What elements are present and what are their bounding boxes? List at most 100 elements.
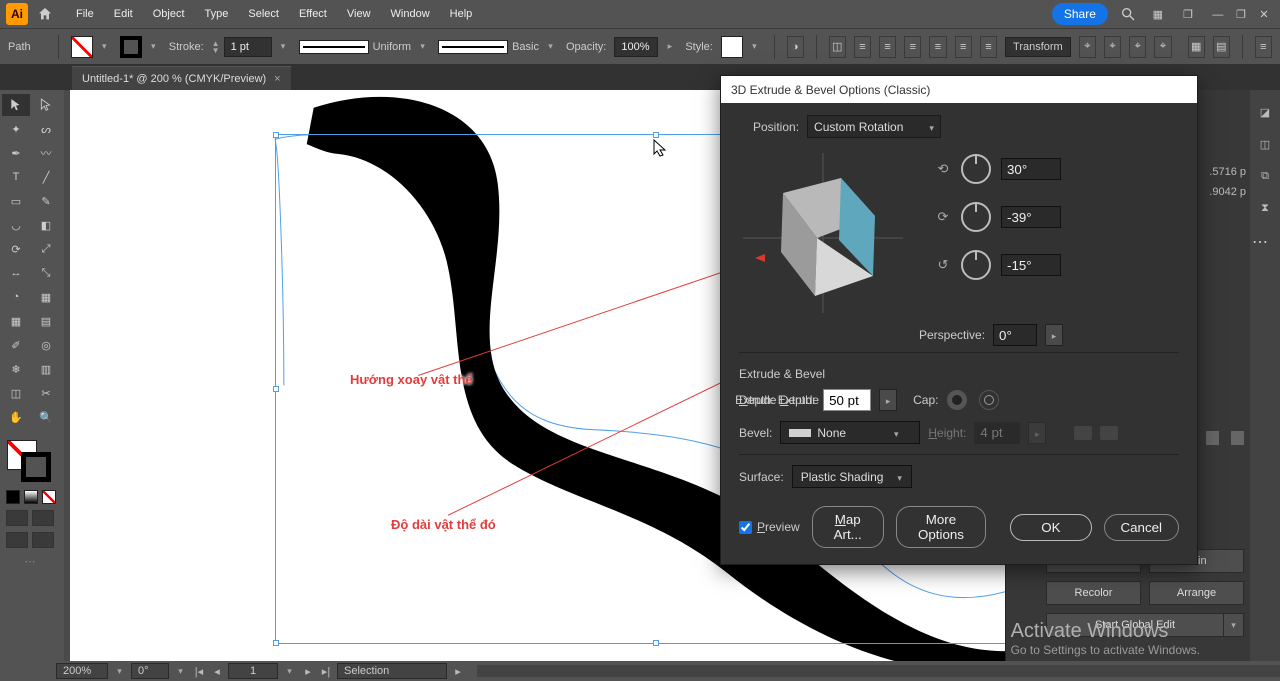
align-left-icon[interactable]: ≡ xyxy=(854,36,871,58)
shape-builder-tool[interactable]: ◔ xyxy=(2,286,30,308)
perspective-stepper[interactable] xyxy=(1045,324,1063,346)
free-transform-tool[interactable]: ⤡ xyxy=(32,262,60,284)
zoom-dropdown[interactable] xyxy=(112,661,127,681)
color-mode-swatches[interactable] xyxy=(6,490,62,504)
brush-definition[interactable]: Basic xyxy=(438,37,558,57)
artboard-first-icon[interactable]: |◂ xyxy=(192,665,206,678)
column-graph-tool[interactable]: ▥ xyxy=(32,358,60,380)
extrude-depth-stepper[interactable] xyxy=(879,389,897,411)
rotate-field[interactable]: 0° xyxy=(131,663,169,679)
type-tool[interactable]: T xyxy=(2,166,30,188)
arrange-button[interactable]: Arrange xyxy=(1149,581,1244,605)
scale-tool[interactable]: ⤢ xyxy=(32,238,60,260)
variable-width-profile[interactable]: Uniform xyxy=(299,37,431,57)
panel-menu-icon[interactable]: ≡ xyxy=(1255,36,1272,58)
line-tool[interactable]: ╱ xyxy=(32,166,60,188)
align-top-icon[interactable]: ≡ xyxy=(929,36,946,58)
properties-panel-icon[interactable]: ◪ xyxy=(1255,102,1275,122)
direct-selection-tool[interactable] xyxy=(32,94,60,116)
rotate-dropdown[interactable] xyxy=(173,661,188,681)
width-tool[interactable]: ↔ xyxy=(2,262,30,284)
style-icon-2[interactable] xyxy=(1231,431,1244,445)
perspective-grid-tool[interactable]: ▦ xyxy=(32,286,60,308)
menu-edit[interactable]: Edit xyxy=(104,4,143,24)
menu-view[interactable]: View xyxy=(337,4,381,24)
cancel-button[interactable]: Cancel xyxy=(1104,514,1180,541)
close-tab-icon[interactable]: × xyxy=(274,73,280,85)
cap-on-button[interactable] xyxy=(947,390,967,410)
workspace-icon[interactable]: ❐ xyxy=(1178,4,1198,24)
artboard-last-icon[interactable]: ▸| xyxy=(319,665,333,678)
bevel-dropdown[interactable]: None xyxy=(780,421,920,444)
status-mode-more-icon[interactable]: ▸ xyxy=(451,665,465,678)
zoom-tool[interactable]: 🔍 xyxy=(32,406,60,428)
window-restore[interactable]: ❐ xyxy=(1231,8,1251,21)
hand-tool[interactable]: ✋ xyxy=(2,406,30,428)
shaper-tool[interactable]: ◡ xyxy=(2,214,30,236)
window-close[interactable]: ✕ xyxy=(1254,8,1274,21)
lasso-tool[interactable]: ᔕ xyxy=(32,118,60,140)
symbol-sprayer-tool[interactable]: ❄ xyxy=(2,358,30,380)
eyedropper-tool[interactable]: ✐ xyxy=(2,334,30,356)
menu-help[interactable]: Help xyxy=(440,4,483,24)
mesh-tool[interactable]: ▦ xyxy=(2,310,30,332)
align-bottom-icon[interactable]: ≡ xyxy=(980,36,997,58)
artboard-tool[interactable]: ◫ xyxy=(2,382,30,404)
panel-grid-icon[interactable]: ▦ xyxy=(1188,36,1205,58)
style-swatch[interactable] xyxy=(721,36,762,58)
fill-swatch[interactable] xyxy=(71,36,112,58)
y-rotation-input[interactable] xyxy=(1001,206,1061,228)
home-icon[interactable] xyxy=(34,3,56,25)
artboard-prev-icon[interactable]: ◂ xyxy=(210,665,224,678)
y-rotation-dial[interactable] xyxy=(961,202,991,232)
live-corner-icon[interactable]: ⌖ xyxy=(1129,36,1146,58)
selection-tool[interactable] xyxy=(2,94,30,116)
eraser-tool[interactable]: ◧ xyxy=(32,214,60,236)
artboard-nav-dropdown[interactable] xyxy=(282,661,297,681)
recolor-icon[interactable]: ◑ xyxy=(787,36,804,58)
share-button[interactable]: Share xyxy=(1052,3,1108,25)
x-rotation-input[interactable] xyxy=(1001,158,1061,180)
align-pixel-icon[interactable]: ⌖ xyxy=(1154,36,1171,58)
status-mode[interactable]: Selection xyxy=(337,663,447,679)
fill-stroke-indicator[interactable] xyxy=(5,436,61,486)
slice-tool[interactable]: ✂ xyxy=(32,382,60,404)
zoom-field[interactable]: 200% xyxy=(56,663,108,679)
surface-dropdown[interactable]: Plastic Shading xyxy=(792,465,912,488)
menu-effect[interactable]: Effect xyxy=(289,4,337,24)
x-rotation-dial[interactable] xyxy=(961,154,991,184)
hourglass-icon[interactable]: ⧗ xyxy=(1255,198,1275,218)
align-right-icon[interactable]: ≡ xyxy=(904,36,921,58)
gradient-tool[interactable]: ▤ xyxy=(32,310,60,332)
menu-object[interactable]: Object xyxy=(143,4,195,24)
menu-window[interactable]: Window xyxy=(381,4,440,24)
document-tab[interactable]: Untitled-1* @ 200 % (CMYK/Preview) × xyxy=(72,66,291,90)
libraries-panel-icon[interactable]: ⧉ xyxy=(1255,166,1275,186)
position-dropdown[interactable]: Custom Rotation xyxy=(807,115,941,138)
artboard-nav-field[interactable]: 1 xyxy=(228,663,278,679)
layers-panel-icon[interactable]: ◫ xyxy=(1255,134,1275,154)
artboard-next-icon[interactable]: ▸ xyxy=(301,665,315,678)
menu-type[interactable]: Type xyxy=(195,4,239,24)
rotate-tool[interactable]: ⟳ xyxy=(2,238,30,260)
screen-modes[interactable] xyxy=(6,532,62,548)
more-options-button[interactable]: More Options xyxy=(896,506,987,548)
rectangle-tool[interactable]: ▭ xyxy=(2,190,30,212)
perspective-input[interactable] xyxy=(993,324,1037,346)
global-edit-dropdown[interactable] xyxy=(1224,613,1244,637)
cap-off-button[interactable] xyxy=(979,390,999,410)
ok-button[interactable]: OK xyxy=(1010,514,1091,541)
isolate-icon[interactable]: ⌖ xyxy=(1079,36,1096,58)
z-rotation-input[interactable] xyxy=(1001,254,1061,276)
shape-builder-icon[interactable]: ⌖ xyxy=(1104,36,1121,58)
magic-wand-tool[interactable]: ✦ xyxy=(2,118,30,140)
preview-checkbox[interactable]: Preview xyxy=(739,520,800,534)
window-minimize[interactable]: — xyxy=(1208,9,1228,21)
stroke-weight-field[interactable]: ▲▼ 1 pt xyxy=(212,37,291,57)
opacity-field[interactable]: 100% xyxy=(614,37,677,57)
menu-select[interactable]: Select xyxy=(238,4,289,24)
z-rotation-dial[interactable] xyxy=(961,250,991,280)
search-icon[interactable] xyxy=(1118,4,1138,24)
arrange-icon[interactable]: ▦ xyxy=(1148,4,1168,24)
rotation-cube-preview[interactable] xyxy=(733,148,913,318)
